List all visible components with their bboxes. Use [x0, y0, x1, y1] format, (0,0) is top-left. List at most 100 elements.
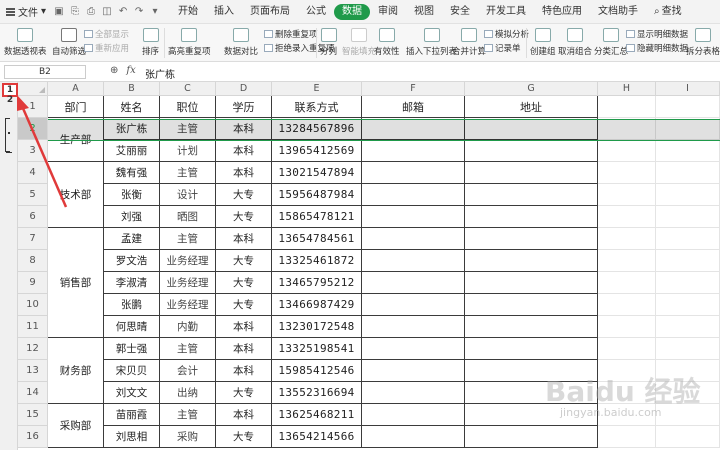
formula-input[interactable]: 张广栋: [145, 66, 175, 81]
phone-cell[interactable]: 13625468211: [272, 404, 362, 426]
address-cell[interactable]: [465, 140, 598, 162]
phone-cell[interactable]: 13466987429: [272, 294, 362, 316]
tab-special[interactable]: 特色应用: [534, 4, 590, 20]
email-cell[interactable]: [362, 316, 465, 338]
cell[interactable]: [598, 162, 656, 184]
smart-fill-button[interactable]: 智能填充: [342, 24, 376, 62]
sort-button[interactable]: 排序: [142, 24, 159, 62]
email-cell[interactable]: [362, 118, 465, 140]
data-compare-button[interactable]: 数据对比: [224, 24, 258, 62]
email-cell[interactable]: [362, 140, 465, 162]
tab-developer[interactable]: 开发工具: [478, 4, 534, 20]
address-cell[interactable]: [465, 184, 598, 206]
address-cell[interactable]: [465, 228, 598, 250]
email-cell[interactable]: [362, 404, 465, 426]
education-cell[interactable]: 本科: [216, 404, 272, 426]
phone-cell[interactable]: 13230172548: [272, 316, 362, 338]
what-if-analysis-button[interactable]: 模拟分析: [484, 28, 529, 40]
phone-cell[interactable]: 13284567896: [272, 118, 362, 140]
name-cell[interactable]: 李淑清: [104, 272, 160, 294]
education-cell[interactable]: 大专: [216, 206, 272, 228]
phone-cell[interactable]: 15956487984: [272, 184, 362, 206]
position-cell[interactable]: 主管: [160, 404, 216, 426]
education-cell[interactable]: 本科: [216, 140, 272, 162]
search-tab[interactable]: ⌕ 查找: [646, 4, 690, 20]
address-cell[interactable]: [465, 294, 598, 316]
position-cell[interactable]: 晒图: [160, 206, 216, 228]
education-cell[interactable]: 本科: [216, 360, 272, 382]
outline-level-buttons[interactable]: 1 2: [2, 83, 18, 105]
text-to-columns-button[interactable]: 分列: [320, 24, 337, 62]
collapse-group-button[interactable]: [6, 152, 12, 153]
fx-icon[interactable]: fx: [126, 65, 135, 76]
column-header-col-e[interactable]: E: [272, 82, 362, 96]
header-cell[interactable]: 姓名: [104, 96, 160, 118]
row-header[interactable]: 14: [18, 382, 48, 404]
cell[interactable]: [656, 250, 720, 272]
education-cell[interactable]: 本科: [216, 316, 272, 338]
save-icon[interactable]: ▣: [54, 6, 64, 17]
department-cell[interactable]: 财务部: [48, 338, 104, 404]
column-header-col-i[interactable]: I: [656, 82, 720, 96]
subtotal-button[interactable]: 分类汇总: [594, 24, 628, 62]
position-cell[interactable]: 出纳: [160, 382, 216, 404]
split-table-button[interactable]: 拆分表格: [686, 24, 720, 62]
name-cell[interactable]: 魏有强: [104, 162, 160, 184]
cell[interactable]: [598, 96, 656, 118]
column-header-col-d[interactable]: D: [216, 82, 272, 96]
phone-cell[interactable]: 13465795212: [272, 272, 362, 294]
address-cell[interactable]: [465, 338, 598, 360]
tab-doc-assistant[interactable]: 文档助手: [590, 4, 646, 20]
cell[interactable]: [656, 206, 720, 228]
reapply-button[interactable]: 重新应用: [84, 42, 129, 54]
row-header[interactable]: 15: [18, 404, 48, 426]
email-cell[interactable]: [362, 250, 465, 272]
cell[interactable]: [598, 184, 656, 206]
education-cell[interactable]: 本科: [216, 228, 272, 250]
education-cell[interactable]: 大专: [216, 272, 272, 294]
department-cell[interactable]: 生产部: [48, 118, 104, 162]
autofilter-button[interactable]: 自动筛选: [52, 24, 86, 62]
position-cell[interactable]: 设计: [160, 184, 216, 206]
row-header[interactable]: 6: [18, 206, 48, 228]
preview-icon[interactable]: ◫: [102, 6, 112, 17]
cell[interactable]: [656, 140, 720, 162]
tab-formulas[interactable]: 公式: [298, 4, 334, 20]
column-header-col-b[interactable]: B: [104, 82, 160, 96]
chevron-down-icon[interactable]: ▾: [150, 6, 160, 17]
education-cell[interactable]: 本科: [216, 162, 272, 184]
highlight-duplicates-button[interactable]: 高亮重复项: [168, 24, 211, 62]
name-box[interactable]: B2: [4, 65, 86, 79]
cell[interactable]: [598, 206, 656, 228]
header-cell[interactable]: 部门: [48, 96, 104, 118]
department-cell[interactable]: 采购部: [48, 404, 104, 448]
merge-calc-button[interactable]: 合并计算: [452, 24, 486, 62]
email-cell[interactable]: [362, 272, 465, 294]
select-all-corner[interactable]: [18, 82, 48, 96]
department-cell[interactable]: 技术部: [48, 162, 104, 228]
position-cell[interactable]: 计划: [160, 140, 216, 162]
row-header[interactable]: 2: [18, 118, 48, 140]
name-cell[interactable]: 刘思相: [104, 426, 160, 448]
position-cell[interactable]: 主管: [160, 228, 216, 250]
name-cell[interactable]: 刘强: [104, 206, 160, 228]
phone-cell[interactable]: 13325198541: [272, 338, 362, 360]
position-cell[interactable]: 业务经理: [160, 250, 216, 272]
name-cell[interactable]: 郭士强: [104, 338, 160, 360]
education-cell[interactable]: 大专: [216, 294, 272, 316]
record-form-button[interactable]: 记录单: [484, 42, 521, 54]
cell[interactable]: [656, 118, 720, 140]
education-cell[interactable]: 大专: [216, 250, 272, 272]
export-icon[interactable]: ⎘: [70, 6, 80, 17]
tab-security[interactable]: 安全: [442, 4, 478, 20]
address-cell[interactable]: [465, 206, 598, 228]
row-header[interactable]: 4: [18, 162, 48, 184]
email-cell[interactable]: [362, 426, 465, 448]
cell[interactable]: [598, 426, 656, 448]
tab-review[interactable]: 审阅: [370, 4, 406, 20]
cell[interactable]: [598, 294, 656, 316]
email-cell[interactable]: [362, 162, 465, 184]
address-cell[interactable]: [465, 250, 598, 272]
address-cell[interactable]: [465, 118, 598, 140]
header-cell[interactable]: 联系方式: [272, 96, 362, 118]
